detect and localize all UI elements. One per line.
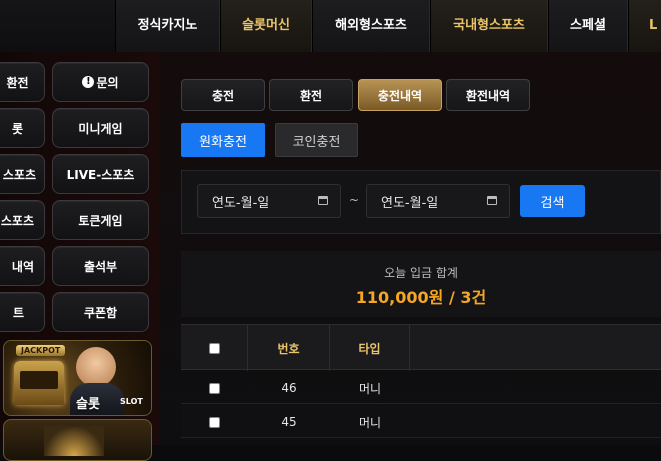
sidebar-item-label: 스포츠 [2,167,36,182]
nav-special[interactable]: 스페셜 [548,0,628,52]
nav-domestic-sports[interactable]: 국내형스포츠 [430,0,548,52]
summary-value: 110,000원 / 3건 [355,288,487,307]
select-all-cell [181,325,248,371]
select-all-checkbox[interactable] [208,342,220,354]
subtab-krw-deposit[interactable]: 원화충전 [181,123,265,157]
sidebar-item-live-sports[interactable]: LIVE-스포츠 [52,154,149,194]
sidebar-item-label: 쿠폰함 [83,305,118,320]
row-number: 46 [281,381,297,395]
sidebar-item-exchange[interactable]: 환전 [0,62,45,102]
top-navigation: 정식카지노 슬롯머신 해외형스포츠 국내형스포츠 스페셜 L [0,0,661,53]
sidebar-item-coupon[interactable]: 쿠폰함 [52,292,149,332]
sidebar-item-attendance[interactable]: 출석부 [52,246,149,286]
date-separator: ~ [349,193,360,207]
sidebar-item-minigame[interactable]: 미니게임 [52,108,149,148]
nav-live[interactable]: L [628,0,661,52]
banner-title: 슬롯 [76,397,100,412]
sidebar-item-label: 트 [12,305,24,320]
summary-label: 오늘 입금 합계 [384,266,458,280]
sidebar-item-sports[interactable]: 스포츠 [0,154,45,194]
nav-casino[interactable]: 정식카지노 [115,0,220,52]
casino-banner[interactable] [3,419,152,461]
header-number: 번호 [248,325,330,371]
sidebar-item-inquiry[interactable]: ! 문의 [52,62,149,102]
sidebar-item-label: 스포츠 [0,213,34,228]
alert-icon: ! [82,76,95,88]
tab-deposit-history[interactable]: 충전내역 [358,79,442,111]
row-type: 머니 [358,381,382,396]
calendar-icon[interactable] [487,196,497,205]
table-row: 46 머니 [181,372,661,404]
deposit-summary: 오늘 입금 합계 110,000원 / 3건 [181,251,661,317]
row-number: 45 [281,415,297,429]
table-header: 번호 타입 [181,324,661,371]
row-select-cell [181,406,248,438]
sidebar-item-event[interactable]: 트 [0,292,45,332]
calendar-icon[interactable] [318,196,328,205]
sidebar-item-token-game[interactable]: 토큰게임 [52,200,149,240]
tab-withdraw-history[interactable]: 환전내역 [446,79,530,111]
sidebar-item-label: 내역 [11,259,34,274]
end-date-input[interactable]: 연도-월-일 [366,184,510,218]
start-date-value: 연도-월-일 [212,195,270,211]
row-select-cell [181,372,248,404]
sidebar-item-label: 롯 [11,121,24,136]
row-type: 머니 [358,415,382,430]
nav-overseas-sports[interactable]: 해외형스포츠 [312,0,430,52]
sidebar-item-sports-2[interactable]: 스포츠 [0,200,45,240]
row-checkbox[interactable] [209,416,220,428]
jackpot-badge: JACKPOT [16,345,66,356]
search-button[interactable]: 검색 [520,185,585,217]
slot-machine-icon [14,361,64,405]
sidebar-item-slot[interactable]: 롯 [0,108,45,148]
sidebar-item-label: LIVE-스포츠 [66,167,135,182]
sidebar-item-label: 출석부 [83,259,118,274]
banner-subtitle: SLOT [120,397,143,406]
sidebar-item-label: 미니게임 [78,121,123,136]
sidebar-item-label: 토큰게임 [78,213,123,228]
tab-deposit[interactable]: 충전 [181,79,265,111]
table-row: 45 머니 [181,406,661,438]
tab-withdraw[interactable]: 환전 [269,79,353,111]
sidebar-item-label: 환전 [6,75,29,90]
nav-slot[interactable]: 슬롯머신 [220,0,312,52]
row-checkbox[interactable] [209,382,220,394]
cards-icon [44,426,104,456]
header-type: 타입 [330,325,410,371]
sidebar-item-label: 문의 [96,75,119,90]
end-date-value: 연도-월-일 [381,195,439,211]
sidebar-item-history[interactable]: 내역 [0,246,45,286]
mascot-icon [76,347,116,387]
start-date-input[interactable]: 연도-월-일 [197,184,341,218]
subtab-coin-deposit[interactable]: 코인충전 [275,123,358,157]
slot-banner[interactable]: JACKPOT 슬롯 SLOT [3,340,152,416]
